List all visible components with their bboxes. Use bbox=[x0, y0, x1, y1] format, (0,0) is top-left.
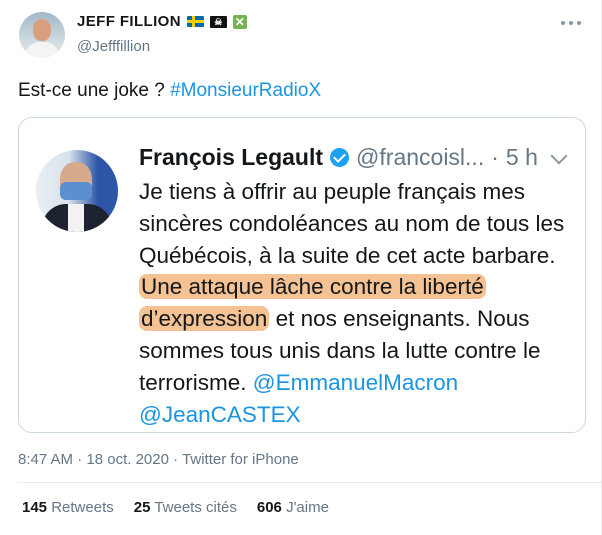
tweet-time[interactable]: 8:47 AM bbox=[18, 451, 73, 468]
retweets-stat[interactable]: 145 Retweets bbox=[22, 499, 114, 516]
author-name[interactable]: JEFF FILLION bbox=[77, 13, 181, 30]
likes-label: J'aime bbox=[286, 499, 329, 516]
avatar-mask bbox=[60, 182, 92, 200]
more-options-icon[interactable] bbox=[561, 18, 581, 28]
embedded-tweet-image[interactable]: François Legault @francoisl... · 5 h Je … bbox=[18, 117, 586, 433]
avatar-shirt bbox=[68, 204, 84, 232]
likes-count: 606 bbox=[256, 499, 282, 516]
more-dot bbox=[569, 21, 573, 25]
embedded-time: 5 h bbox=[505, 144, 538, 170]
retweets-label: Retweets bbox=[51, 499, 114, 516]
meta-separator: · bbox=[173, 451, 179, 468]
retweets-count: 145 bbox=[22, 499, 48, 516]
quote-tweets-stat[interactable]: 25 Tweets cités bbox=[134, 499, 237, 516]
embedded-author-avatar bbox=[36, 150, 118, 232]
embedded-tweet-text: Je tiens à offrir au peuple français mes… bbox=[139, 176, 571, 430]
divider bbox=[18, 482, 602, 483]
cross-mark-icon: ✕ bbox=[232, 14, 247, 29]
tweet-meta: 8:47 AM · 18 oct. 2020 · Twitter for iPh… bbox=[18, 451, 299, 468]
more-dot bbox=[561, 21, 565, 25]
embedded-text-part1: Je tiens à offrir au peuple français mes… bbox=[139, 179, 565, 268]
tweet-text-body: Est-ce une joke ? bbox=[18, 80, 171, 101]
tweet-stats: 145 Retweets 25 Tweets cités 606 J'aime bbox=[22, 499, 329, 516]
mention-emmanuelmacron: @EmmanuelMacron bbox=[252, 369, 459, 395]
embedded-author-handle: @francoisl... bbox=[356, 144, 485, 170]
verified-badge-icon bbox=[330, 148, 350, 167]
author-name-row[interactable]: JEFF FILLION ☠ ✕ bbox=[77, 13, 247, 30]
tweet-source[interactable]: Twitter for iPhone bbox=[182, 451, 299, 468]
hashtag-link[interactable]: #MonsieurRadioX bbox=[170, 80, 321, 101]
author-avatar[interactable] bbox=[19, 12, 65, 58]
more-dot bbox=[577, 21, 581, 25]
chevron-down-icon bbox=[550, 147, 568, 165]
embedded-author-name: François Legault bbox=[139, 144, 324, 170]
author-handle[interactable]: @Jefffillion bbox=[77, 38, 150, 55]
sweden-flag-icon bbox=[186, 16, 204, 27]
meta-separator: · bbox=[77, 451, 83, 468]
tweet-card: JEFF FILLION ☠ ✕ @Jefffillion Est-ce une… bbox=[0, 0, 602, 535]
tweet-date[interactable]: 18 oct. 2020 bbox=[86, 451, 169, 468]
likes-stat[interactable]: 606 J'aime bbox=[257, 499, 329, 516]
embedded-tweet: François Legault @francoisl... · 5 h Je … bbox=[19, 118, 585, 432]
tweet-text: Est-ce une joke ? #MonsieurRadioX bbox=[18, 80, 321, 102]
avatar-face bbox=[33, 19, 51, 41]
embedded-header: François Legault @francoisl... · 5 h bbox=[139, 144, 538, 171]
pirate-flag-icon: ☠ bbox=[209, 15, 227, 28]
avatar-body bbox=[25, 42, 59, 58]
mention-jeancastex: @JeanCASTEX bbox=[139, 401, 301, 427]
quotes-count: 25 bbox=[133, 499, 151, 516]
embedded-separator: · bbox=[491, 144, 499, 170]
quotes-label: Tweets cités bbox=[154, 499, 237, 516]
